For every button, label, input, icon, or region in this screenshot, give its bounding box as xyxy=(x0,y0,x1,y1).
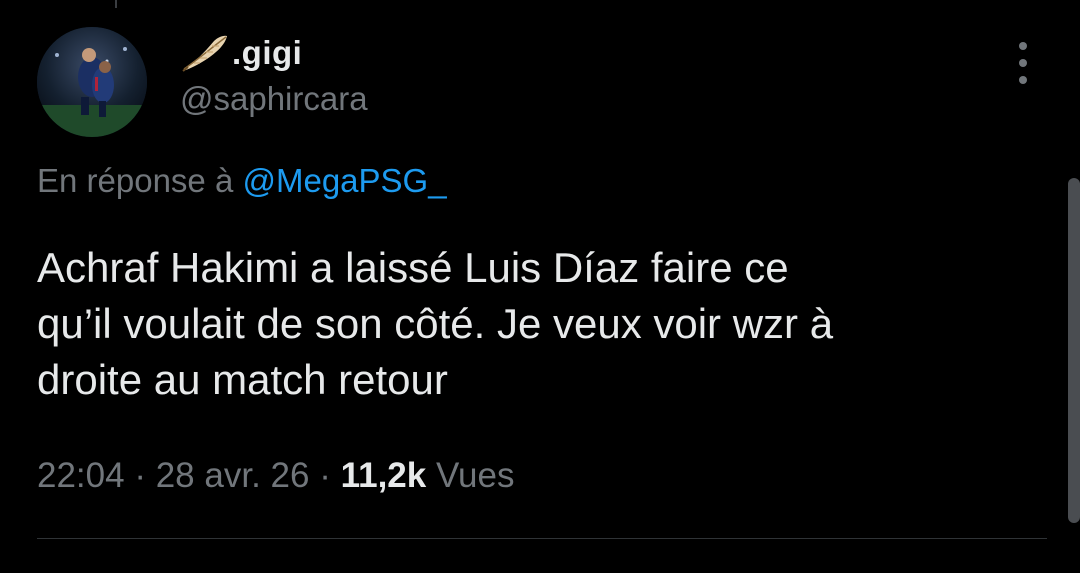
meta-separator: · xyxy=(134,456,146,495)
display-name: .gigi xyxy=(232,34,303,71)
more-dot xyxy=(1019,76,1027,84)
tweet-text: Achraf Hakimi a laissé Luis Díaz faire c… xyxy=(37,240,1037,408)
reply-context: En réponse à @MegaPSG_ xyxy=(37,162,447,200)
author-handle[interactable]: @saphircara xyxy=(180,80,368,118)
feather-icon xyxy=(180,33,230,73)
tweet-text-line: Achraf Hakimi a laissé Luis Díaz faire c… xyxy=(37,244,789,291)
tweet-time[interactable]: 22:04 xyxy=(37,456,125,495)
views-count[interactable]: 11,2k xyxy=(341,456,427,495)
tweet-date[interactable]: 28 avr. 26 xyxy=(156,456,310,495)
more-dot xyxy=(1019,42,1027,50)
author-name-row[interactable]: .gigi xyxy=(180,28,302,78)
views-label: Vues xyxy=(435,456,515,495)
tweet-text-line: droite au match retour xyxy=(37,356,448,403)
thread-connector-line xyxy=(115,0,117,8)
meta-separator: · xyxy=(319,456,331,495)
reply-prefix: En réponse à xyxy=(37,162,234,199)
more-dot xyxy=(1019,59,1027,67)
avatar-image xyxy=(37,27,147,137)
reply-mention-link[interactable]: @MegaPSG_ xyxy=(242,162,446,199)
tweet-text-line: qu’il voulait de son côté. Je veux voir … xyxy=(37,300,834,347)
more-vertical-icon[interactable] xyxy=(1008,42,1038,84)
avatar[interactable] xyxy=(37,27,147,137)
scrollbar[interactable] xyxy=(1068,178,1080,523)
tweet-meta: 22:04 · 28 avr. 26 · 11,2k Vues xyxy=(37,456,514,496)
divider xyxy=(37,538,1047,539)
